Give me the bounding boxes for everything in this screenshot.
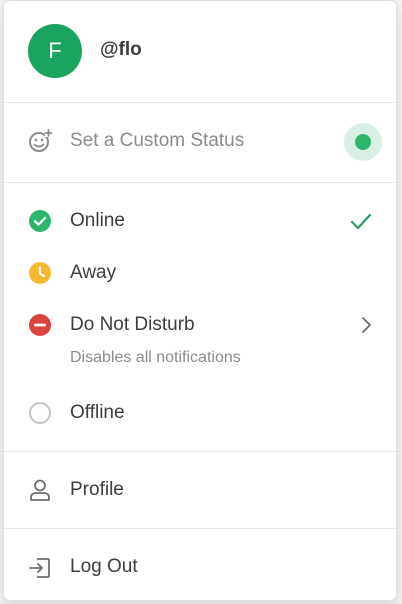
set-custom-status-button[interactable]: Set a Custom Status [4,103,396,182]
profile-label: Profile [70,479,124,500]
status-dnd-item[interactable]: Do Not Disturb Disables all notification… [4,301,396,375]
logout-section: Log Out [4,529,396,600]
logout-menu-item[interactable]: Log Out [4,529,396,600]
status-dot [355,134,371,150]
status-dnd-label: Do Not Disturb [70,314,195,335]
offline-circle-icon [29,402,51,424]
status-dnd-sublabel: Disables all notifications [70,349,241,366]
status-offline-item[interactable]: Offline [4,389,396,437]
status-away-label: Away [70,262,117,283]
selected-check-icon [350,213,372,230]
username: @flo [100,39,142,60]
chevron-right-icon[interactable] [356,314,378,336]
away-clock-icon [29,262,51,284]
emoji-add-icon [29,129,52,152]
status-offline-label: Offline [70,402,125,423]
online-check-circle-icon [29,210,51,232]
custom-status-toggle[interactable] [344,123,382,161]
profile-menu-item[interactable]: Profile [4,452,396,528]
status-options-section: Online Away Do Not Disturb Disables all … [4,183,396,452]
status-away-item[interactable]: Away [4,249,396,297]
profile-section: Profile [4,452,396,529]
avatar-letter: F [48,38,62,63]
status-online-label: Online [70,210,125,231]
menu-header: F @flo [4,1,396,103]
logout-icon [29,558,50,578]
user-profile-icon [30,479,50,501]
custom-status-section: Set a Custom Status [4,103,396,183]
logout-label: Log Out [70,556,138,577]
avatar: F [28,24,82,78]
dnd-minus-circle-icon [29,314,51,336]
status-online-item[interactable]: Online [4,197,396,245]
custom-status-label: Set a Custom Status [70,130,245,151]
status-dropdown-menu: F @flo Set a Custom Status Online Away D… [3,0,397,601]
